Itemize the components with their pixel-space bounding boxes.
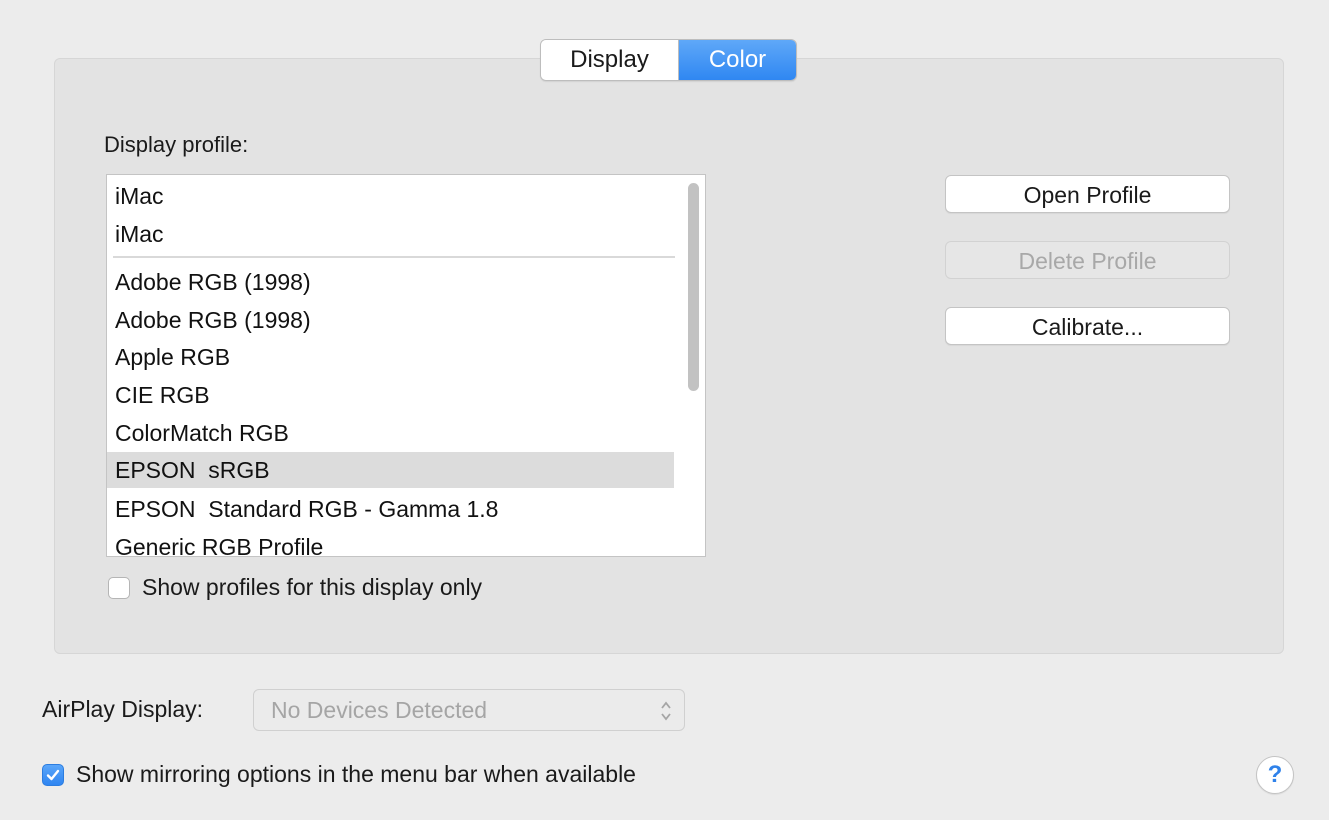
tab-display[interactable]: Display <box>541 40 679 80</box>
display-profile-list[interactable]: iMac iMac Adobe RGB (1998) Adobe RGB (19… <box>106 174 706 557</box>
help-button[interactable]: ? <box>1256 756 1294 794</box>
list-scrollbar[interactable] <box>688 183 699 391</box>
airplay-display-value: No Devices Detected <box>271 697 488 723</box>
list-item[interactable]: EPSON Standard RGB - Gamma 1.8 <box>107 491 674 527</box>
chevron-up-down-icon <box>661 701 671 721</box>
show-display-only-checkbox[interactable] <box>108 577 130 599</box>
list-item[interactable]: iMac <box>107 216 674 252</box>
list-item[interactable]: Adobe RGB (1998) <box>107 264 674 300</box>
checkmark-icon <box>46 769 60 781</box>
list-item[interactable]: iMac <box>107 178 674 214</box>
list-item-selected[interactable]: EPSON sRGB <box>107 452 674 488</box>
open-profile-button[interactable]: Open Profile <box>945 175 1230 213</box>
help-icon: ? <box>1267 761 1283 788</box>
tab-color[interactable]: Color <box>679 40 796 80</box>
list-item[interactable]: Adobe RGB (1998) <box>107 302 674 338</box>
mirroring-options-label[interactable]: Show mirroring options in the menu bar w… <box>76 761 636 788</box>
tab-switcher: Display Color <box>540 39 797 81</box>
list-item[interactable]: Apple RGB <box>107 339 674 375</box>
show-display-only-label[interactable]: Show profiles for this display only <box>142 574 482 601</box>
list-item[interactable]: Generic RGB Profile <box>107 529 674 556</box>
delete-profile-button[interactable]: Delete Profile <box>945 241 1230 279</box>
calibrate-button[interactable]: Calibrate... <box>945 307 1230 345</box>
list-item[interactable]: CIE RGB <box>107 377 674 413</box>
list-item[interactable]: ColorMatch RGB <box>107 415 674 451</box>
airplay-display-popup[interactable]: No Devices Detected <box>253 689 685 731</box>
list-separator <box>113 256 675 258</box>
mirroring-options-checkbox[interactable] <box>42 764 64 786</box>
airplay-display-label: AirPlay Display: <box>42 696 204 722</box>
display-profile-label: Display profile: <box>104 132 249 157</box>
